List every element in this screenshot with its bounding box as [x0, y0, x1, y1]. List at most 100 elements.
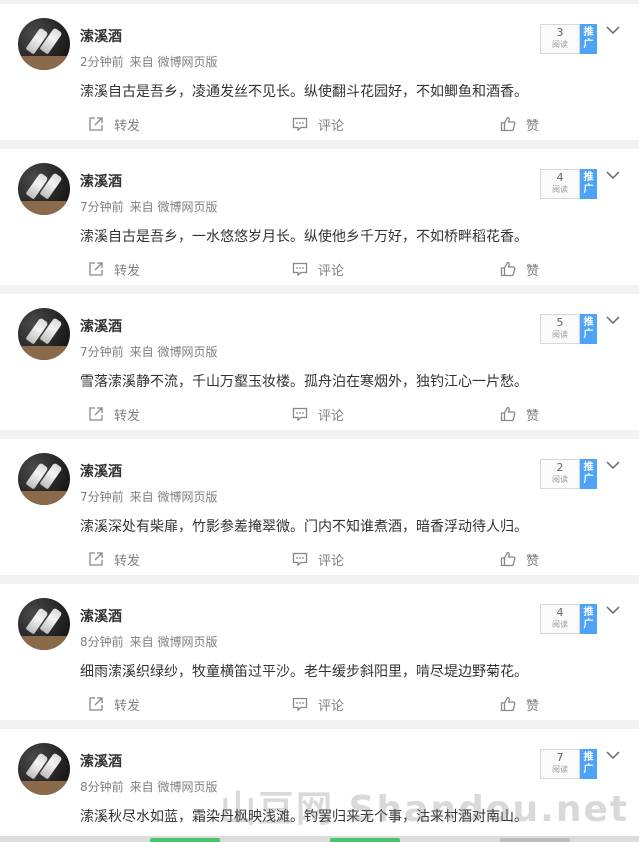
author-name[interactable]: 溹溪酒	[80, 318, 122, 336]
post-meta: 8分钟前 来自 微博网页版	[80, 634, 217, 650]
post-source: 来自 微博网页版	[129, 55, 218, 69]
comment-label: 评论	[318, 118, 345, 134]
post-time[interactable]: 7分钟前	[80, 200, 124, 214]
repost-label: 转发	[114, 408, 141, 424]
share-icon	[88, 261, 104, 277]
read-count: 3	[556, 26, 564, 39]
comment-icon	[292, 261, 308, 277]
post-time[interactable]: 7分钟前	[80, 345, 124, 359]
like-label: 赞	[526, 263, 540, 279]
post-meta: 8分钟前 来自 微博网页版	[80, 779, 217, 795]
post-meta: 7分钟前 来自 微博网页版	[80, 489, 217, 505]
avatar[interactable]	[18, 453, 70, 505]
avatar[interactable]	[18, 163, 70, 215]
read-label: 阅读	[552, 620, 568, 629]
post-content: 溹溪自古是吾乡，一水悠悠岁月长。纵使他乡千万好，不如桥畔稻花香。	[80, 229, 528, 245]
read-count: 4	[556, 171, 564, 184]
repost-button[interactable]: 转发	[88, 402, 140, 426]
read-count: 5	[556, 316, 564, 329]
taskbar-tab[interactable]	[500, 838, 570, 842]
post-time[interactable]: 8分钟前	[80, 780, 124, 794]
repost-label: 转发	[114, 263, 141, 279]
avatar[interactable]	[18, 308, 70, 360]
comment-label: 评论	[318, 698, 345, 714]
avatar[interactable]	[18, 18, 70, 70]
repost-button[interactable]: 转发	[88, 257, 140, 281]
author-name[interactable]: 溹溪酒	[80, 608, 122, 626]
read-label: 阅读	[552, 765, 568, 774]
post-time[interactable]: 8分钟前	[80, 635, 124, 649]
post-content: 细雨溹溪织绿纱，牧童横笛过平沙。老牛缓步斜阳里，啃尽堤边野菊花。	[80, 664, 528, 680]
thumbs-up-icon	[500, 406, 516, 422]
comment-icon	[292, 551, 308, 567]
repost-button[interactable]: 转发	[88, 692, 140, 716]
chevron-down-icon[interactable]	[606, 745, 620, 760]
chevron-down-icon[interactable]	[606, 20, 620, 35]
promote-button[interactable]: 推广	[580, 749, 597, 779]
promote-button[interactable]: 推广	[580, 459, 597, 489]
repost-label: 转发	[114, 698, 141, 714]
author-name[interactable]: 溹溪酒	[80, 28, 122, 46]
read-count-box: 4 阅读	[540, 604, 580, 634]
like-button[interactable]: 赞	[500, 257, 539, 281]
post-actions: 转发 评论 赞	[0, 547, 639, 571]
post-actions: 转发 评论 赞	[0, 112, 639, 136]
post-actions: 转发 评论 赞	[0, 692, 639, 716]
thumbs-up-icon	[500, 551, 516, 567]
comment-button[interactable]: 评论	[292, 692, 344, 716]
post-card: 溹溪酒 7分钟前 来自 微博网页版 溹溪自古是吾乡，一水悠悠岁月长。纵使他乡千万好…	[0, 149, 639, 285]
post-source: 来自 微博网页版	[129, 490, 218, 504]
comment-label: 评论	[318, 263, 345, 279]
share-icon	[88, 116, 104, 132]
post-meta: 2分钟前 来自 微博网页版	[80, 54, 217, 70]
promote-button[interactable]: 推广	[580, 24, 597, 54]
taskbar-tab[interactable]	[330, 838, 400, 842]
post-meta: 7分钟前 来自 微博网页版	[80, 199, 217, 215]
like-button[interactable]: 赞	[500, 112, 539, 136]
avatar[interactable]	[18, 743, 70, 795]
chevron-down-icon[interactable]	[606, 310, 620, 325]
author-name[interactable]: 溹溪酒	[80, 173, 122, 191]
post-actions: 转发 评论 赞	[0, 402, 639, 426]
repost-button[interactable]: 转发	[88, 547, 140, 571]
post-actions: 转发 评论 赞	[0, 257, 639, 281]
repost-label: 转发	[114, 118, 141, 134]
promote-button[interactable]: 推广	[580, 314, 597, 344]
chevron-down-icon[interactable]	[606, 600, 620, 615]
comment-label: 评论	[318, 408, 345, 424]
read-count-box: 7 阅读	[540, 749, 580, 779]
like-button[interactable]: 赞	[500, 547, 539, 571]
repost-button[interactable]: 转发	[88, 112, 140, 136]
comment-button[interactable]: 评论	[292, 402, 344, 426]
post-card: 溹溪酒 8分钟前 来自 微博网页版 细雨溹溪织绿纱，牧童横笛过平沙。老牛缓步斜阳里…	[0, 584, 639, 720]
avatar[interactable]	[18, 598, 70, 650]
share-icon	[88, 551, 104, 567]
author-name[interactable]: 溹溪酒	[80, 463, 122, 481]
like-button[interactable]: 赞	[500, 402, 539, 426]
read-label: 阅读	[552, 185, 568, 194]
like-button[interactable]: 赞	[500, 692, 539, 716]
comment-button[interactable]: 评论	[292, 547, 344, 571]
post-content: 溹溪自古是吾乡，凌通发丝不见长。纵使翻斗花园好，不如鲫鱼和酒香。	[80, 84, 528, 100]
post-card: 溹溪酒 8分钟前 来自 微博网页版 溹溪秋尽水如蓝，霜染丹枫映浅滩。钓罢归来无个事…	[0, 729, 639, 842]
taskbar-tab[interactable]	[150, 838, 220, 842]
post-card: 溹溪酒 7分钟前 来自 微博网页版 溹溪深处有柴扉，竹影参差掩翠微。门内不知谁煮酒…	[0, 439, 639, 575]
post-time[interactable]: 7分钟前	[80, 490, 124, 504]
promote-button[interactable]: 推广	[580, 604, 597, 634]
read-count: 7	[556, 751, 564, 764]
post-meta: 7分钟前 来自 微博网页版	[80, 344, 217, 360]
read-label: 阅读	[552, 475, 568, 484]
chevron-down-icon[interactable]	[606, 165, 620, 180]
post-time[interactable]: 2分钟前	[80, 55, 124, 69]
repost-label: 转发	[114, 553, 141, 569]
comment-button[interactable]: 评论	[292, 257, 344, 281]
comment-label: 评论	[318, 553, 345, 569]
author-name[interactable]: 溹溪酒	[80, 753, 122, 771]
taskbar-strip	[0, 836, 639, 842]
read-count: 2	[556, 461, 564, 474]
read-count-box: 4 阅读	[540, 169, 580, 199]
comment-button[interactable]: 评论	[292, 112, 344, 136]
promote-button[interactable]: 推广	[580, 169, 597, 199]
chevron-down-icon[interactable]	[606, 455, 620, 470]
read-label: 阅读	[552, 40, 568, 49]
